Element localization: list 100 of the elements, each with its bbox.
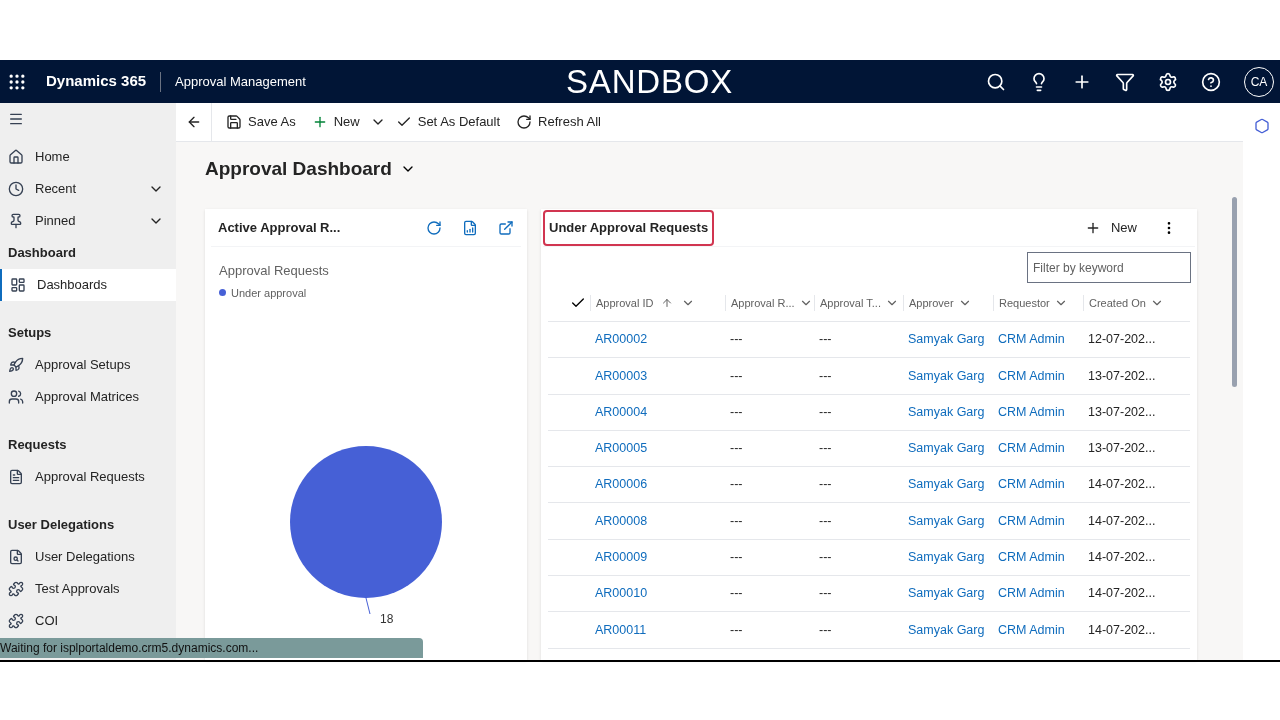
scrollbar-thumb[interactable] — [1232, 197, 1237, 387]
user-link[interactable]: CRM Admin — [998, 513, 1065, 528]
puzzle-icon — [8, 581, 24, 597]
table-cell: 14-07-202... — [1088, 586, 1156, 601]
help-icon[interactable] — [1201, 71, 1221, 92]
table-cell: --- — [730, 404, 743, 419]
report-icon[interactable] — [462, 219, 478, 236]
user-link[interactable]: Samyak Garg — [908, 513, 985, 528]
record-link[interactable]: AR00003 — [595, 368, 648, 383]
nav-item[interactable]: COI — [0, 605, 176, 637]
column-header[interactable]: Requestor — [993, 294, 1083, 312]
user-link[interactable]: CRM Admin — [998, 550, 1065, 565]
new-button[interactable]: New — [1085, 217, 1137, 238]
search-icon[interactable] — [986, 71, 1006, 92]
table-cell: 14-07-202... — [1088, 622, 1156, 637]
table-row[interactable]: AR00002 --- --- Samyak Garg CRM Admin 12-07-202... — [548, 322, 1190, 359]
nav-item[interactable]: Approval Requests — [0, 461, 176, 493]
user-link[interactable]: Samyak Garg — [908, 586, 985, 601]
table-cell: --- — [819, 477, 832, 492]
user-link[interactable]: Samyak Garg — [908, 368, 985, 383]
toolbar-button[interactable]: Set As Default — [389, 107, 507, 137]
record-link[interactable]: AR00011 — [595, 622, 647, 637]
record-link[interactable]: AR00005 — [595, 441, 648, 456]
clock-icon — [8, 181, 24, 197]
column-header[interactable]: Approver — [903, 294, 993, 312]
user-link[interactable]: Samyak Garg — [908, 477, 985, 492]
user-link[interactable]: CRM Admin — [998, 441, 1065, 456]
nav-item[interactable]: Recent — [0, 173, 176, 205]
chart-title: Approval Requests — [219, 262, 330, 280]
app-name[interactable]: Dynamics 365 — [46, 70, 147, 93]
table-cell: 14-07-202... — [1088, 513, 1156, 528]
table-row[interactable]: AR00003 --- --- Samyak Garg CRM Admin 13-07-202... — [548, 358, 1190, 395]
table-cell: --- — [819, 404, 832, 419]
record-link[interactable]: AR00004 — [595, 404, 648, 419]
table-row[interactable]: AR00010 --- --- Samyak Garg CRM Admin 14-07-202... — [548, 576, 1190, 613]
record-link[interactable]: AR00010 — [595, 586, 648, 601]
card-title: Under Approval Requests — [543, 209, 715, 246]
nav-item[interactable]: Home — [0, 141, 176, 173]
user-link[interactable]: CRM Admin — [998, 477, 1065, 492]
table-cell: --- — [730, 477, 743, 492]
document-search-icon — [8, 549, 24, 565]
toolbar-button[interactable]: Save As — [220, 107, 302, 137]
table-cell: 13-07-202... — [1088, 441, 1156, 456]
section-heading: Dashboard — [8, 244, 76, 263]
table-row[interactable]: AR00004 --- --- Samyak Garg CRM Admin 13-07-202... — [548, 394, 1190, 431]
user-link[interactable]: Samyak Garg — [908, 550, 985, 565]
user-link[interactable]: Samyak Garg — [908, 404, 985, 419]
table-row[interactable]: AR00008 --- --- Samyak Garg CRM Admin 14-07-202... — [548, 503, 1190, 540]
menu-icon[interactable] — [8, 111, 24, 127]
refresh-icon[interactable] — [426, 219, 442, 236]
section-heading: Setups — [8, 324, 52, 343]
leader-line — [365, 597, 371, 615]
column-header[interactable]: Approval R... — [725, 294, 814, 312]
expand-icon[interactable] — [498, 219, 514, 236]
column-header[interactable]: Created On — [1083, 294, 1171, 312]
copilot-icon[interactable] — [1253, 118, 1270, 134]
rocket-icon — [8, 357, 24, 373]
dashboard-title: Approval Dashboard — [205, 156, 392, 181]
record-link[interactable]: AR00008 — [595, 513, 648, 528]
user-link[interactable]: Samyak Garg — [908, 332, 985, 347]
column-header[interactable]: Approval ID — [590, 294, 725, 312]
user-link[interactable]: CRM Admin — [998, 586, 1065, 601]
table-cell: --- — [819, 550, 832, 565]
record-link[interactable]: AR00006 — [595, 477, 648, 492]
table-cell: --- — [730, 622, 743, 637]
user-link[interactable]: CRM Admin — [998, 332, 1065, 347]
user-link[interactable]: CRM Admin — [998, 368, 1065, 383]
table-cell: 14-07-202... — [1088, 550, 1156, 565]
refresh-icon — [516, 114, 533, 130]
table-row[interactable]: AR00011 --- --- Samyak Garg CRM Admin 14-07-202... — [548, 612, 1190, 649]
user-link[interactable]: Samyak Garg — [908, 441, 985, 456]
user-link[interactable]: CRM Admin — [998, 622, 1065, 637]
toolbar-button[interactable]: Refresh All — [510, 107, 607, 137]
nav-item[interactable]: Test Approvals — [0, 573, 176, 605]
record-link[interactable]: AR00002 — [595, 332, 648, 347]
nav-item[interactable]: Pinned — [0, 205, 176, 237]
table-cell: --- — [819, 586, 832, 601]
user-link[interactable]: CRM Admin — [998, 404, 1065, 419]
nav-item[interactable]: User Delegations — [0, 541, 176, 573]
save-icon — [226, 114, 242, 130]
people-icon — [8, 389, 24, 405]
environment-label: SANDBOX — [566, 65, 734, 98]
status-text: Waiting for isplportaldemo.crm5.dynamics.com... — [0, 640, 259, 657]
filter-field[interactable]: Filter by keyword — [1027, 252, 1191, 283]
nav-item[interactable]: Approval Setups — [0, 349, 176, 381]
filter-icon[interactable] — [1115, 71, 1135, 92]
table-row[interactable]: AR00009 --- --- Samyak Garg CRM Admin 14-07-202... — [548, 539, 1190, 577]
record-link[interactable]: AR00009 — [595, 550, 648, 565]
nav-item[interactable]: Approval Matrices — [0, 381, 176, 413]
settings-icon[interactable] — [1158, 71, 1178, 92]
area-name: Approval Management — [175, 72, 306, 91]
table-cell: --- — [819, 368, 832, 383]
user-link[interactable]: Samyak Garg — [908, 622, 985, 637]
pie-slice[interactable] — [290, 446, 442, 598]
column-header[interactable]: Approval T... — [814, 294, 903, 312]
table-row[interactable]: AR00006 --- --- Samyak Garg CRM Admin 14-07-202... — [548, 467, 1190, 504]
nav-item[interactable]: Dashboards — [0, 269, 176, 301]
table-row[interactable]: AR00005 --- --- Samyak Garg CRM Admin 13-07-202... — [548, 430, 1190, 468]
toolbar-button[interactable]: New — [305, 107, 366, 137]
card-title: Active Approval R... — [218, 218, 342, 237]
